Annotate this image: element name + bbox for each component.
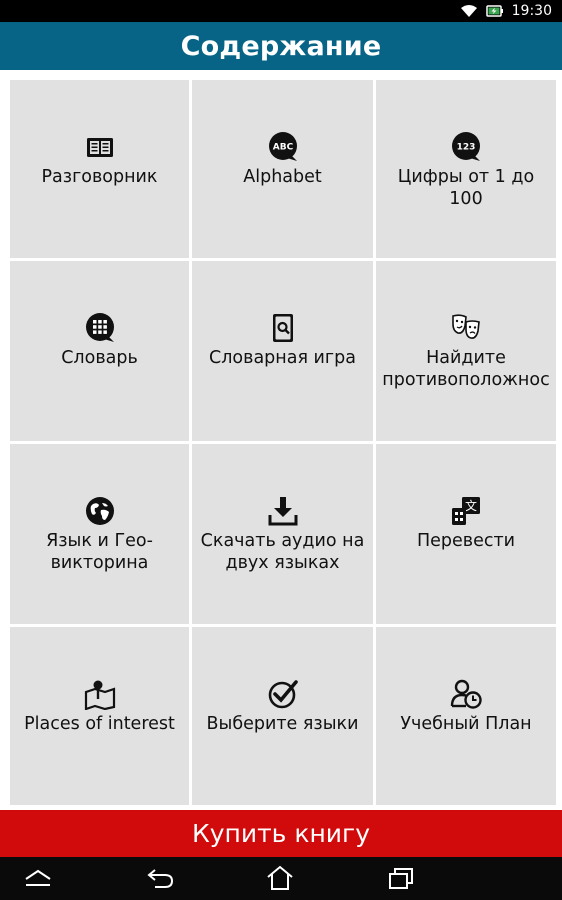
abc-bubble-icon: ABC [266,130,300,164]
globe-icon [83,494,117,528]
translate-icon: 文 [449,494,483,528]
abc-icon-text: ABC [272,143,293,153]
menu-tile-translate[interactable]: 文 Перевести [376,444,556,624]
card-game-icon [266,311,300,345]
map-pin-icon [83,677,117,711]
battery-charging-icon [485,4,504,18]
menu-tile-alphabet[interactable]: ABC Alphabet [192,80,373,258]
menu-grid: Разговорник ABC Alphabet 123 Цифры от 1 … [0,70,562,810]
menu-tile-opposites[interactable]: Найдите противоположнос [376,261,556,441]
menu-tile-numbers[interactable]: 123 Цифры от 1 до 100 [376,80,556,258]
user-clock-icon [449,677,483,711]
svg-text:文: 文 [465,498,477,513]
download-icon [266,494,300,528]
menu-tile-label: Цифры от 1 до 100 [397,167,535,209]
system-nav-bar [0,857,562,900]
theater-masks-icon [449,311,483,345]
menu-tile-label: Язык и Гео- викторина [46,531,153,573]
page-title: Содержание [180,30,382,62]
menu-up-icon[interactable] [20,863,56,893]
menu-tile-download-audio[interactable]: Скачать аудио на двух языках [192,444,373,624]
menu-tile-label: Скачать аудио на двух языках [200,531,365,573]
menu-tile-dictionary[interactable]: Словарь [10,261,189,441]
menu-tile-label: Перевести [416,531,516,551]
home-icon[interactable] [262,863,298,893]
menu-tile-places-of-interest[interactable]: Places of interest [10,627,189,805]
numbers-bubble-icon: 123 [449,130,483,164]
menu-tile-word-game[interactable]: Словарная игра [192,261,373,441]
wifi-icon [460,4,478,18]
menu-tile-label: Словарная игра [209,348,356,368]
back-icon[interactable] [142,863,178,893]
menu-tile-phrasebook[interactable]: Разговорник [10,80,189,258]
menu-tile-label: Places of interest [24,714,175,734]
keypad-bubble-icon [83,311,117,345]
menu-tile-label: Найдите противоположнос [382,348,550,390]
status-time: 19:30 [511,3,552,19]
numbers-icon-text: 123 [457,143,476,153]
menu-tile-label: Словарь [61,348,138,368]
buy-book-label: Купить книгу [191,819,370,848]
menu-tile-choose-languages[interactable]: Выберите языки [192,627,373,805]
menu-tile-label: Выберите языки [206,714,359,734]
menu-tile-label: Разговорник [41,167,158,187]
header-bar: Содержание [0,22,562,70]
recent-apps-icon[interactable] [383,863,419,893]
menu-tile-geo-quiz[interactable]: Язык и Гео- викторина [10,444,189,624]
menu-tile-label: Учебный План [400,714,532,734]
menu-tile-label: Alphabet [243,167,322,187]
buy-book-button[interactable]: Купить книгу [0,810,562,857]
checkmark-circle-icon [266,677,300,711]
book-icon [83,130,117,164]
status-bar: 19:30 [0,0,562,22]
menu-tile-study-plan[interactable]: Учебный План [376,627,556,805]
